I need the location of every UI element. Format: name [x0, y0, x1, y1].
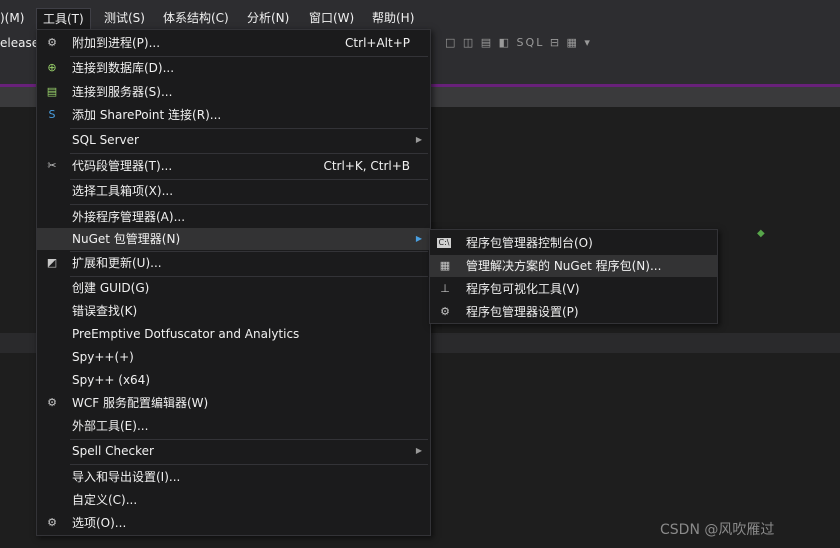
submenu-arrow-icon: ▶: [415, 446, 422, 455]
menu-item-extensions-updates[interactable]: ◩ 扩展和更新(U)...: [37, 252, 430, 274]
menu-separator: [70, 464, 428, 465]
menu-item-error-lookup[interactable]: 错误查找(K): [37, 300, 430, 322]
menu-analyze[interactable]: 分析(N): [241, 8, 295, 28]
menu-item-choose-toolbox[interactable]: 选择工具箱项(X)...: [37, 180, 430, 202]
menu-test[interactable]: 测试(S): [98, 8, 151, 28]
sharepoint-icon: S: [48, 108, 56, 121]
gear-icon: ⚙: [47, 516, 57, 529]
menu-item-snippet-manager[interactable]: ✂ 代码段管理器(T)... Ctrl+K, Ctrl+B: [37, 155, 430, 177]
submenu-item-package-visualizer[interactable]: ⊥ 程序包可视化工具(V): [430, 278, 717, 300]
submenu-arrow-icon: ▶: [415, 135, 422, 144]
nuget-submenu: C:\ 程序包管理器控制台(O) ▦ 管理解决方案的 NuGet 程序包(N).…: [429, 229, 718, 324]
menu-item-wcf-editor[interactable]: ⚙ WCF 服务配置编辑器(W): [37, 392, 430, 414]
database-connect-icon: ⊕: [47, 61, 57, 74]
hierarchy-icon: ⊥: [440, 282, 450, 295]
menu-item-sql-server[interactable]: SQL Server ▶: [37, 129, 430, 151]
menu-item-create-guid[interactable]: 创建 GUID(G): [37, 277, 430, 299]
menu-item-options[interactable]: ⚙ 选项(O)...: [37, 512, 430, 534]
menu-item-addin-manager[interactable]: 外接程序管理器(A)...: [37, 206, 430, 228]
menu-item-connect-server[interactable]: ▤ 连接到服务器(S)...: [37, 81, 430, 103]
submenu-arrow-icon: ▶: [415, 234, 422, 243]
menu-item-add-sharepoint[interactable]: S 添加 SharePoint 连接(R)...: [37, 104, 430, 126]
attach-process-icon: ⚙: [47, 36, 57, 49]
menu-item-external-tools[interactable]: 外部工具(E)...: [37, 415, 430, 437]
wcf-config-icon: ⚙: [47, 396, 57, 409]
console-icon: C:\: [437, 238, 451, 248]
package-icon: ▦: [439, 259, 451, 272]
submenu-item-package-console[interactable]: C:\ 程序包管理器控制台(O): [430, 232, 717, 254]
menu-item-spy-x64[interactable]: Spy++ (x64): [37, 369, 430, 391]
menu-item-spy[interactable]: Spy++(+): [37, 346, 430, 368]
watermark: CSDN @风吹雁过: [660, 522, 775, 538]
menu-bar: )(M) 工具(T) 测试(S) 体系结构(C) 分析(N) 窗口(W) 帮助(…: [0, 0, 840, 32]
submenu-item-package-settings[interactable]: ⚙ 程序包管理器设置(P): [430, 301, 717, 323]
menu-architecture[interactable]: 体系结构(C): [157, 8, 235, 28]
menu-item-nuget[interactable]: NuGet 包管理器(N) ▶: [37, 228, 430, 250]
menu-item-import-export[interactable]: 导入和导出设置(I)...: [37, 466, 430, 488]
menu-tools[interactable]: 工具(T): [36, 8, 91, 30]
solution-config-dropdown[interactable]: elease: [0, 36, 39, 50]
server-connect-icon: ▤: [46, 85, 58, 98]
menu-help[interactable]: 帮助(H): [366, 8, 420, 28]
extensions-icon: ◩: [46, 256, 58, 269]
toolbar-icons[interactable]: □ ◫ ▤ ◧ SQL ⊟ ▦ ▾: [445, 36, 592, 49]
menu-item-customize[interactable]: 自定义(C)...: [37, 489, 430, 511]
editor-indicator-icon: ◆: [757, 228, 765, 239]
submenu-item-manage-packages[interactable]: ▦ 管理解决方案的 NuGet 程序包(N)...: [430, 255, 717, 277]
menu-item-attach-process[interactable]: ⚙ 附加到进程(P)... Ctrl+Alt+P: [37, 32, 430, 54]
menu-view-partial[interactable]: )(M): [0, 8, 30, 28]
menu-item-connect-database[interactable]: ⊕ 连接到数据库(D)...: [37, 57, 430, 79]
menu-separator: [70, 204, 428, 205]
tools-menu: ⚙ 附加到进程(P)... Ctrl+Alt+P ⊕ 连接到数据库(D)... …: [36, 29, 431, 536]
menu-item-spell-checker[interactable]: Spell Checker ▶: [37, 440, 430, 462]
menu-item-dotfuscator[interactable]: PreEmptive Dotfuscator and Analytics: [37, 323, 430, 345]
menu-separator: [70, 153, 428, 154]
snippet-scissors-icon: ✂: [47, 159, 57, 172]
menu-window[interactable]: 窗口(W): [303, 8, 360, 28]
gear-icon: ⚙: [440, 305, 450, 318]
